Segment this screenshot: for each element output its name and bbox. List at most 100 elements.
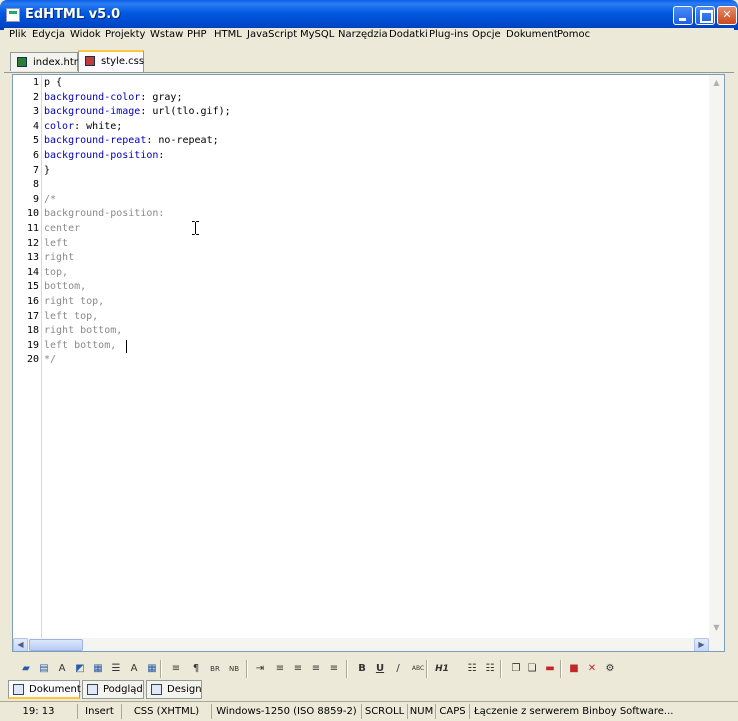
menu-dokument[interactable]: Dokument (506, 29, 558, 40)
close-button[interactable]: ✕ (717, 6, 737, 25)
code-line[interactable]: right (44, 251, 74, 266)
menu-plug-ins[interactable]: Plug-ins (429, 29, 468, 40)
menu-opcje[interactable]: Opcje (472, 29, 501, 40)
menu-pomoc[interactable]: Pomoc (557, 29, 590, 40)
copy-icon[interactable]: ❐ (508, 661, 524, 677)
code-line[interactable]: left top, (44, 310, 98, 325)
toolbar-separator (246, 660, 248, 678)
status-cursor-position: 19: 13 (0, 704, 78, 719)
code-editor[interactable]: 1 2 3 4 5 6 7 8 9 10 11 12 13 14 15 16 17 18 19 20 p {backg… (12, 74, 725, 652)
align-center-icon[interactable]: ≡ (290, 661, 306, 677)
code-line[interactable]: /* (44, 193, 56, 208)
close-icon[interactable]: ✕ (584, 661, 600, 677)
scroll-left-icon[interactable]: ◀ (13, 638, 28, 651)
hr-icon[interactable]: ≡ (168, 661, 184, 677)
ordered-list-icon[interactable]: ☷ (482, 661, 498, 677)
code-area[interactable]: p {background-color: gray; background-ima… (44, 75, 709, 641)
menu-mysql[interactable]: MySQL (300, 29, 334, 40)
tab-label: Dokument (29, 684, 81, 695)
tab-label: Design (167, 684, 202, 695)
toolbar-separator (500, 660, 502, 678)
italic-icon[interactable]: / (390, 661, 406, 677)
abbr-icon[interactable]: A (126, 661, 142, 677)
comment-text: */ (44, 354, 57, 366)
menu-html[interactable]: HTML (214, 29, 242, 40)
grid-icon[interactable]: ▦ (144, 661, 160, 677)
abc-icon[interactable]: ABC (410, 661, 426, 677)
code-line[interactable]: background-position: (44, 207, 164, 222)
line-number: 2 (32, 91, 39, 103)
menu-edycja[interactable]: Edycja (32, 29, 65, 40)
code-line[interactable]: right top, (44, 295, 104, 310)
file-save-icon (85, 56, 95, 66)
tab-style-css[interactable]: style.css (78, 50, 144, 72)
underline-icon[interactable]: U (372, 661, 388, 677)
line-number: 8 (32, 179, 39, 191)
code-line[interactable]: color: white; (44, 120, 122, 135)
justify-icon[interactable]: ≡ (326, 661, 342, 677)
paste-icon[interactable]: ❏ (524, 661, 540, 677)
code-line[interactable]: bottom, (44, 280, 86, 295)
heading-icon[interactable]: H1 (434, 661, 450, 677)
code-line[interactable]: left bottom, (44, 339, 116, 354)
menu-projekty[interactable]: Projekty (105, 29, 145, 40)
code-line[interactable]: background-color: gray; (44, 91, 182, 106)
align-left-icon[interactable]: ≡ (272, 661, 288, 677)
align-right-icon[interactable]: ≡ (308, 661, 324, 677)
code-line[interactable]: p { (44, 76, 62, 91)
form-icon[interactable]: ☰ (108, 661, 124, 677)
code-line[interactable]: */ (44, 353, 56, 368)
code-line[interactable]: } (44, 164, 50, 179)
menu-javascript[interactable]: JavaScript (247, 29, 297, 40)
folder-icon[interactable]: ▰ (18, 661, 34, 677)
nbsp-icon[interactable]: NB (226, 661, 242, 677)
code-line[interactable]: center (44, 222, 80, 237)
font-icon[interactable]: A (54, 661, 70, 677)
app-icon[interactable] (6, 8, 20, 22)
tab-index-htm[interactable]: index.htm (10, 52, 84, 71)
menu-wstaw[interactable]: Wstaw (150, 29, 183, 40)
comment-text: center (44, 223, 81, 234)
br-icon[interactable]: BR (207, 661, 223, 677)
code-line[interactable]: background-repeat: no-repeat; (44, 134, 219, 149)
save-icon[interactable]: ▤ (36, 661, 52, 677)
code-line[interactable]: background-image: url(tlo.gif); (44, 105, 231, 120)
menu-widok[interactable]: Widok (70, 29, 101, 40)
indent-icon[interactable]: ⇥ (252, 661, 268, 677)
unordered-list-icon[interactable]: ☷ (464, 661, 480, 677)
status-scroll: SCROLL (362, 704, 408, 719)
tab-podglad[interactable]: Podgląd (82, 680, 144, 699)
menu-plik[interactable]: Plik (9, 29, 26, 40)
comment-text: background-position: (44, 208, 165, 220)
paragraph-icon[interactable]: ¶ (188, 661, 204, 677)
settings-icon[interactable]: ⚙ (602, 661, 618, 677)
tab-label: style.css (101, 56, 145, 67)
bold-icon[interactable]: B (354, 661, 370, 677)
delete-icon[interactable]: ▬ (542, 661, 558, 677)
title-bar[interactable]: EdHTML v5.0 ✕ (0, 0, 738, 30)
tab-dokument[interactable]: Dokument (8, 680, 81, 699)
scroll-up-icon[interactable]: ▲ (709, 75, 724, 90)
tab-design[interactable]: Design (146, 680, 202, 699)
window-title: EdHTML v5.0 (25, 7, 121, 22)
menu-php[interactable]: PHP (187, 29, 207, 40)
comment-text: right top, (44, 296, 105, 307)
menu-dodatki[interactable]: Dodatki (389, 29, 428, 40)
code-line[interactable]: right bottom, (44, 324, 122, 339)
table-icon[interactable]: ▦ (90, 661, 106, 677)
code-line[interactable]: top, (44, 266, 68, 281)
horizontal-scrollbar[interactable]: ◀ ▶ (13, 638, 724, 651)
menu-narzedzia[interactable]: Narzędzia (338, 29, 388, 40)
vertical-scrollbar[interactable]: ▲ ▼ (709, 75, 724, 639)
line-number: 20 (26, 354, 39, 366)
line-number: 11 (26, 223, 39, 234)
minimize-button[interactable] (673, 6, 693, 25)
horizontal-scroll-thumb[interactable] (29, 639, 83, 651)
code-line[interactable]: background-position: (44, 149, 164, 164)
image-icon[interactable]: ◩ (72, 661, 88, 677)
code-line[interactable]: left (44, 237, 68, 252)
stop-icon[interactable]: ■ (566, 661, 582, 677)
scroll-right-icon[interactable]: ▶ (694, 638, 709, 651)
scroll-down-icon[interactable]: ▼ (709, 620, 724, 635)
maximize-button[interactable] (695, 6, 715, 25)
